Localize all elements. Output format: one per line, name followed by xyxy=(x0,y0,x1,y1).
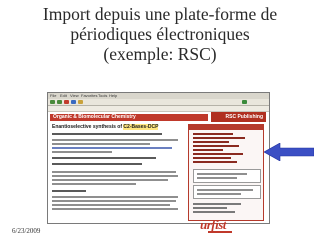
affiliation-line xyxy=(52,151,112,153)
rsc-screenshot: File Edit View Favorites Tools Help Orga… xyxy=(47,92,270,224)
sidebar-link[interactable] xyxy=(193,161,237,163)
sidebar-link[interactable] xyxy=(193,211,235,213)
article-body: Enantioselective synthesis of C2-Bases-D… xyxy=(52,124,182,219)
rsc-publishing-logo[interactable]: RSC Publishing xyxy=(211,112,266,122)
sidebar-link[interactable] xyxy=(193,137,245,139)
sidebar-link[interactable] xyxy=(193,145,239,147)
journal-name: Organic & Biomolecular Chemistry xyxy=(53,114,136,120)
abstract-line xyxy=(52,171,176,173)
article-sidebar xyxy=(188,124,264,221)
introduction-heading xyxy=(52,190,86,192)
browser-toolbar xyxy=(48,99,269,112)
body-line xyxy=(52,200,176,202)
body-line xyxy=(52,196,178,198)
forward-icon[interactable] xyxy=(57,100,62,104)
body-line xyxy=(52,204,170,206)
rsc-logo-text: RSC Publishing xyxy=(225,114,264,120)
download-citation-box[interactable] xyxy=(193,169,261,183)
slide-title: Import depuis une plate-forme de périodi… xyxy=(0,4,320,64)
urfist-logo: urfist xyxy=(194,217,238,237)
box-line xyxy=(197,189,253,191)
affiliation-link[interactable] xyxy=(52,147,172,149)
sidebar-link[interactable] xyxy=(193,133,233,135)
journal-banner: Organic & Biomolecular Chemistry xyxy=(50,114,208,121)
stop-icon[interactable] xyxy=(64,100,69,104)
received-date-line xyxy=(52,157,156,159)
sidebar-link[interactable] xyxy=(193,141,229,143)
article-authors xyxy=(52,133,162,135)
abstract-line xyxy=(52,179,168,181)
abstract-line xyxy=(52,175,178,177)
sidebar-link[interactable] xyxy=(193,149,223,151)
back-icon[interactable] xyxy=(50,100,55,104)
slide-title-line-2: périodiques électroniques xyxy=(70,24,250,44)
box-line xyxy=(197,177,237,179)
home-icon[interactable] xyxy=(78,100,83,104)
export-citation-box[interactable] xyxy=(193,185,261,199)
slide-date: 6/23/2009 xyxy=(12,227,41,235)
sidebar-link[interactable] xyxy=(193,207,227,209)
slide-title-line-1: Import depuis une plate-forme de xyxy=(42,4,278,24)
go-icon[interactable] xyxy=(242,100,247,104)
sidebar-link[interactable] xyxy=(193,153,243,155)
urfist-logo-wordmark: urfist xyxy=(200,217,226,232)
article-title-highlight: C2-Bases-DCP xyxy=(123,124,159,130)
affiliation-line xyxy=(52,143,150,145)
refresh-icon[interactable] xyxy=(71,100,76,104)
article-title-text: Enantioselective synthesis of xyxy=(52,124,123,130)
affiliation-line xyxy=(52,139,178,141)
body-line xyxy=(52,208,178,210)
sidebar-link[interactable] xyxy=(193,157,231,159)
first-published-line xyxy=(52,163,142,165)
sidebar-link[interactable] xyxy=(193,203,241,205)
logo-underline xyxy=(208,231,232,233)
box-line xyxy=(197,173,247,175)
article-title: Enantioselective synthesis of C2-Bases-D… xyxy=(52,124,159,130)
sidebar-header xyxy=(189,125,263,130)
abstract-line xyxy=(52,183,136,185)
pointer-arrow-icon xyxy=(264,143,314,161)
box-line xyxy=(197,193,241,195)
slide-title-line-3: (exemple: RSC) xyxy=(103,44,217,64)
